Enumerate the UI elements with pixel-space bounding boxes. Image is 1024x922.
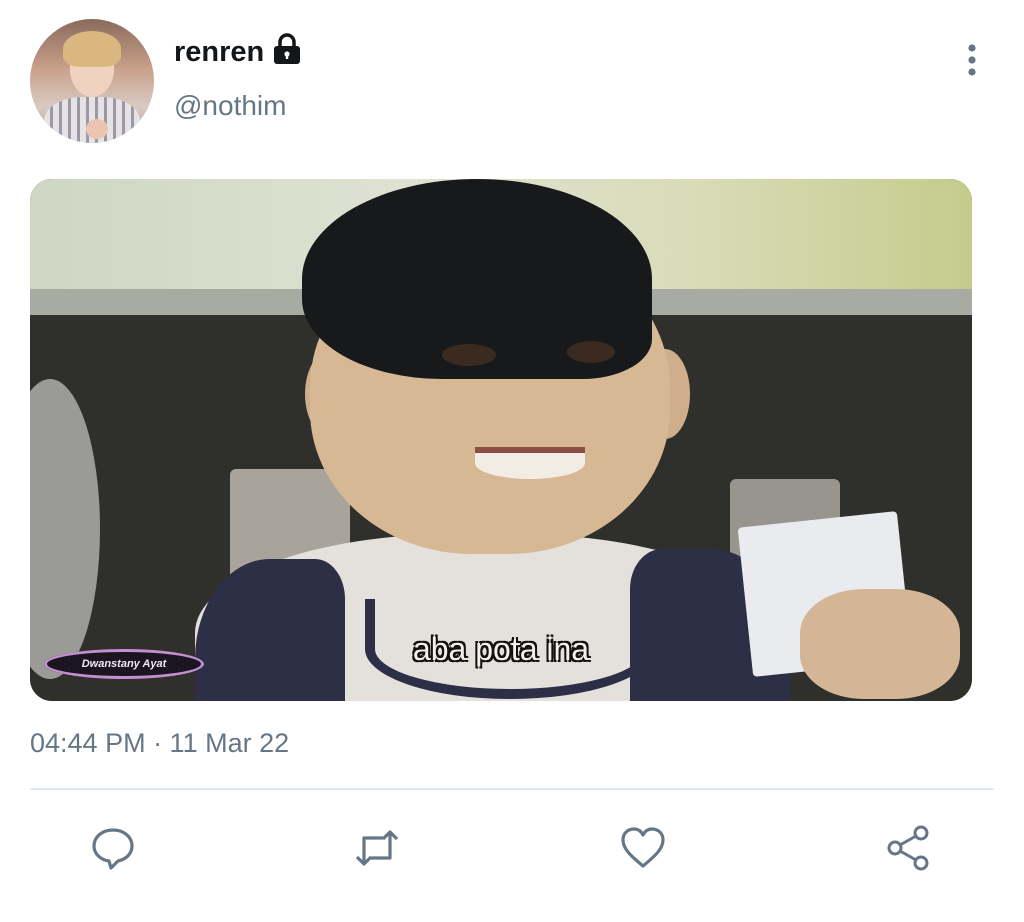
share-button[interactable]: [884, 823, 934, 873]
tweet-timestamp[interactable]: 04:44 PM · 11 Mar 22: [30, 728, 289, 759]
more-vertical-icon[interactable]: [958, 42, 986, 78]
lock-icon: [274, 33, 300, 64]
divider: [30, 788, 994, 790]
reply-icon: [92, 828, 134, 870]
retweet-icon: [355, 830, 399, 866]
boy-eye-right: [567, 341, 615, 363]
image-subtitle: aba pota ina: [412, 631, 590, 667]
avatar-hair: [63, 31, 121, 67]
share-icon: [887, 825, 929, 871]
tweet-media-image[interactable]: Dwanstany Ayat aba pota ina: [30, 179, 972, 701]
retweet-button[interactable]: [352, 823, 402, 873]
boy-eye-left: [442, 344, 496, 366]
boy-mouth: [475, 447, 585, 479]
like-button[interactable]: [618, 823, 668, 873]
avatar[interactable]: [30, 19, 154, 143]
reply-button[interactable]: [88, 823, 138, 873]
display-name[interactable]: renren: [174, 36, 264, 69]
heart-icon: [621, 827, 665, 868]
avatar-hand: [86, 119, 108, 139]
user-handle[interactable]: @nothim: [174, 90, 286, 122]
